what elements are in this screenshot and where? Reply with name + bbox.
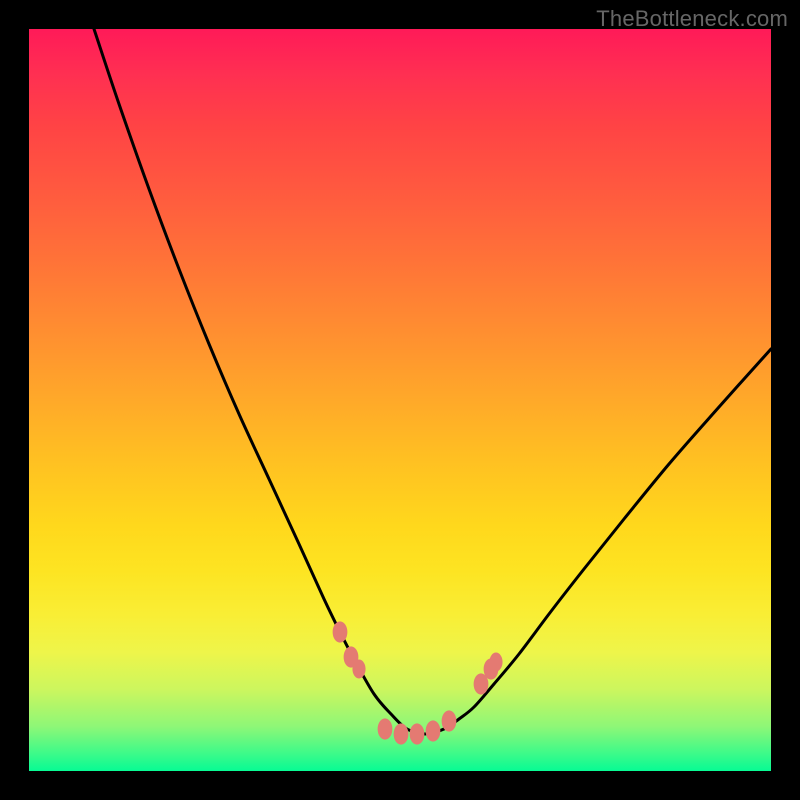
watermark-text: TheBottleneck.com [596,6,788,32]
curve-marker [489,653,502,672]
curve-marker [410,723,425,744]
chart-frame: TheBottleneck.com [0,0,800,800]
curve-marker [394,723,409,744]
bottleneck-curve [94,29,771,734]
curve-marker [442,710,457,731]
curve-marker [333,621,348,642]
curve-marker [378,718,393,739]
chart-svg [29,29,771,771]
plot-area [29,29,771,771]
curve-marker [352,660,365,679]
marker-group [333,621,503,744]
curve-marker [426,720,441,741]
